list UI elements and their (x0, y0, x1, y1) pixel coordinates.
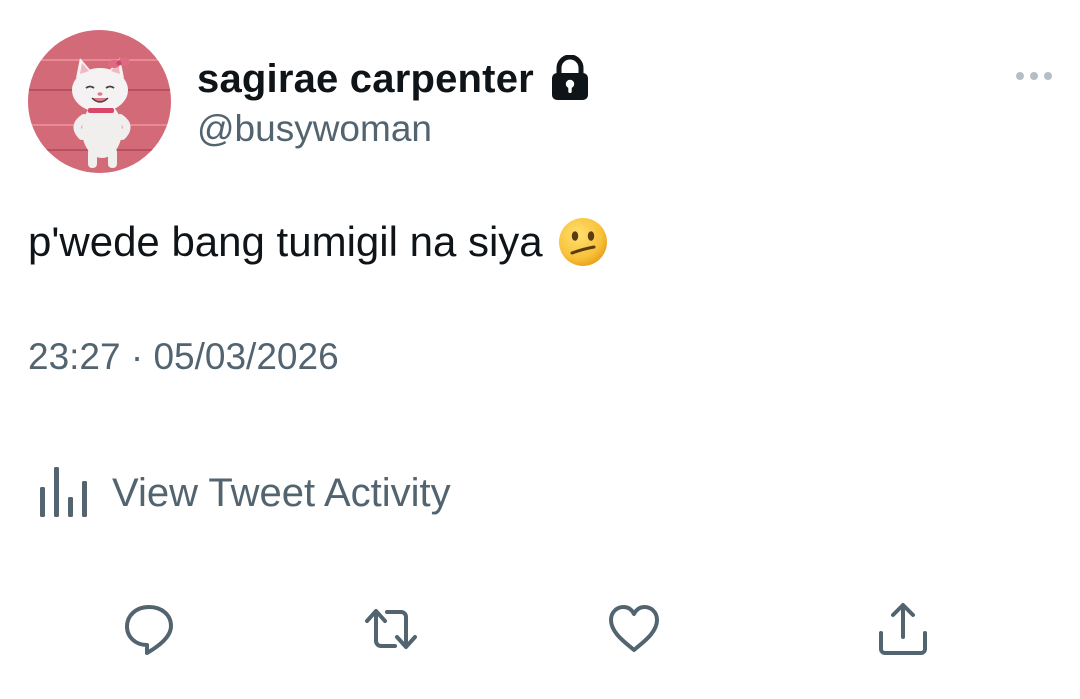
tweet-text-row: p'wede bang tumigil na siya (28, 216, 609, 268)
share-button[interactable] (874, 600, 932, 658)
confused-face-emoji-icon (557, 216, 609, 268)
tweet-action-bar (0, 600, 1080, 660)
view-tweet-activity-link[interactable]: View Tweet Activity (38, 466, 451, 520)
tweet-timestamp[interactable]: 23:27 · 05/03/2026 (28, 336, 339, 378)
lock-icon (548, 55, 592, 101)
view-tweet-activity-label: View Tweet Activity (112, 470, 451, 515)
avatar[interactable] (28, 30, 171, 173)
retweet-button[interactable] (362, 600, 420, 658)
heart-icon (609, 605, 659, 652)
reply-icon (125, 605, 173, 655)
user-handle[interactable]: @busywoman (197, 108, 432, 150)
display-name[interactable]: sagirae carpenter (197, 57, 534, 102)
cartoon-cat-avatar-image (28, 30, 171, 173)
more-horizontal-icon[interactable] (1014, 66, 1054, 86)
author-name-row: sagirae carpenter (197, 54, 592, 104)
share-icon (879, 603, 927, 655)
reply-button[interactable] (120, 600, 178, 658)
retweet-icon (365, 609, 417, 649)
tweet-text: p'wede bang tumigil na siya (28, 218, 543, 265)
like-button[interactable] (605, 600, 663, 658)
bar-chart-icon (38, 467, 90, 519)
